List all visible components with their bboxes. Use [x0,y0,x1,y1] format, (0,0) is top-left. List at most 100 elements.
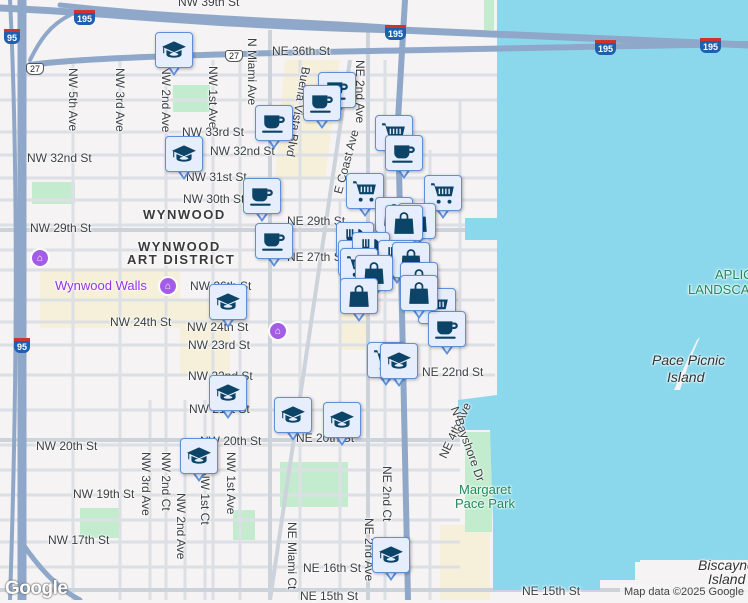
cafe-marker[interactable] [243,178,281,224]
museum-icon: ⌂ [30,248,50,268]
street-label: NE Miami Ct [285,522,299,590]
interstate-195-shield: 195 [700,38,722,53]
school-icon [378,542,404,568]
interstate-95-shield: 95 [14,338,31,353]
school-icon [161,37,187,63]
marker-box [303,85,341,121]
marker-box [255,105,293,141]
school-icon [171,141,197,167]
shopping-icon [346,283,372,309]
school-icon [280,402,306,428]
marker-box [323,402,361,438]
school-icon [215,289,241,315]
street-label: NW 24th St [110,315,172,329]
street-label: NW 1st Ave [224,452,238,515]
street-label: NW 32nd St [27,151,92,165]
street-label: NW 5th Ave [66,68,80,132]
street-label: NW 39th St [178,0,240,9]
place-label: Biscayne [698,557,748,573]
cafe-marker[interactable] [255,223,293,269]
cafe-icon [261,228,287,254]
map-attribution[interactable]: Map data ©2025 Google [619,584,748,600]
interstate-195-shield: 195 [595,40,617,55]
shopping-marker[interactable] [400,275,438,321]
marker-box [274,397,312,433]
cafe-icon [249,183,275,209]
street-label: NW 3rd Ave [113,68,127,132]
cafe-icon [391,140,417,166]
marker-box [385,135,423,171]
street-label: NW 20th St [36,439,98,453]
street-label: NE 2nd Ct [380,466,394,522]
place-label: Pace Park [455,496,515,511]
marker-box [255,223,293,259]
cafe-icon [309,90,335,116]
street-label: NW 30th St [183,192,245,206]
cafe-marker[interactable] [385,135,423,181]
school-marker[interactable] [209,284,247,330]
interstate-195-shield: 195 [74,10,96,25]
marker-box [372,537,410,573]
street-label: NW 3rd Ave [139,452,153,516]
marker-box [180,438,218,474]
street-label: NE 22nd St [422,365,484,379]
street-label: NW 19th St [73,487,135,501]
museum-icon: ⌂ [158,276,178,296]
school-marker[interactable] [209,375,247,421]
museum-pin[interactable]: ⌂ [268,321,288,345]
place-label: LANDSCA [688,282,748,297]
neighborhood-label: WYNWOOD [143,207,226,222]
marker-box [209,375,247,411]
school-icon [386,348,412,374]
marker-box [340,278,378,314]
school-marker[interactable] [323,402,361,448]
street-label: N Miami Ave [245,38,259,106]
museum-pin[interactable]: ⌂ [30,248,50,272]
wynwood-walls-pin[interactable]: ⌂ [158,276,178,300]
street-label: NW 2nd Ave [174,493,188,560]
school-marker[interactable] [274,397,312,443]
street-label: NW 2nd Ct [159,452,173,511]
school-icon [329,407,355,433]
cafe-icon [261,110,287,136]
marker-box [155,32,193,68]
museum-icon: ⌂ [268,321,288,341]
street-label: NE 36th St [272,44,331,58]
school-icon [215,380,241,406]
cafe-marker[interactable] [303,85,341,131]
cafe-marker[interactable] [255,105,293,151]
marker-box [380,343,418,379]
marker-box [400,275,438,311]
us-27-shield: 27 [225,50,244,62]
school-marker[interactable] [180,438,218,484]
interstate-95-shield: 95 [4,29,21,44]
street-label: NW 17th St [48,533,110,547]
street-label: NE 15th St [522,584,581,598]
interstate-195-shield: 195 [385,25,407,40]
marker-box [243,178,281,214]
place-label: APLIC [715,267,748,282]
shopping-marker[interactable] [340,278,378,324]
marker-box [209,284,247,320]
school-marker[interactable] [165,136,203,182]
street-label: NE 15th St [300,589,359,603]
street-label: NW 29th St [30,221,92,235]
street-label: NW 23rd St [188,338,251,352]
place-label: Pace Picnic [652,352,726,368]
shopping-icon [391,210,417,236]
school-marker[interactable] [155,32,193,78]
street-label: NE 16th St [303,561,362,575]
school-marker[interactable] [372,537,410,583]
place-label: Wynwood Walls [55,278,147,293]
street-label: NW 1st Ave [206,66,220,129]
us-27-shield: 27 [26,63,45,75]
school-marker[interactable] [380,343,418,389]
shopping-icon [406,280,432,306]
place-label: Margaret [459,482,512,497]
marker-box [385,205,423,241]
marker-box [165,136,203,172]
neighborhood-label: ART DISTRICT [127,252,236,267]
school-icon [186,443,212,469]
google-logo: Google [5,578,68,599]
place-label: Island [667,369,705,385]
